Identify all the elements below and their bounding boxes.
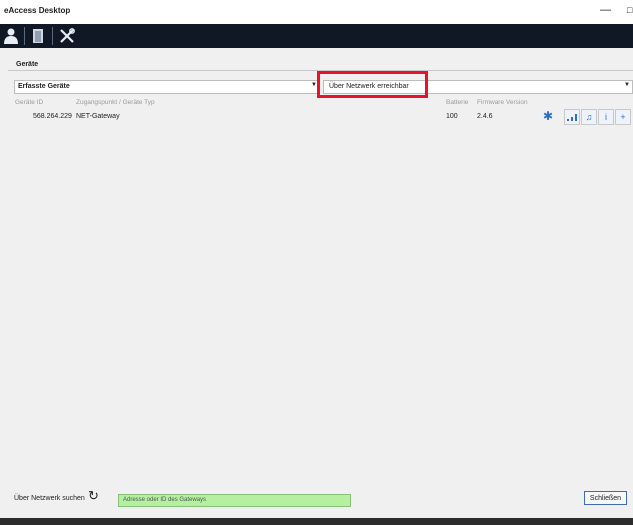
- bluetooth-icon: ✱: [543, 109, 554, 123]
- battery-cell: 100: [446, 113, 458, 120]
- chevron-down-icon: ▼: [624, 82, 630, 88]
- music-icon[interactable]: ♫: [581, 109, 597, 125]
- user-icon[interactable]: [2, 27, 20, 45]
- column-header-battery[interactable]: Batterie: [446, 99, 468, 106]
- column-header-firmware[interactable]: Firmware Version: [477, 99, 528, 106]
- highlight-box: [317, 71, 428, 98]
- info-icon[interactable]: i: [598, 109, 614, 125]
- section-title: Geräte: [16, 61, 39, 68]
- search-network-label: Über Netzwerk suchen: [14, 495, 85, 502]
- column-header-access-point[interactable]: Zugangspunkt / Geräte Typ: [76, 99, 155, 106]
- minimize-button[interactable]: —: [600, 4, 611, 16]
- gateway-address-input[interactable]: Adresse oder ID des Gateways: [118, 494, 351, 507]
- close-button[interactable]: Schließen: [584, 491, 627, 505]
- table-row[interactable]: 568.264.229 NET-Gateway 100 2.4.6 ✱ ♫ i …: [14, 109, 631, 125]
- gateway-address-placeholder: Adresse oder ID des Gateways: [123, 497, 207, 503]
- column-header-device-id[interactable]: Geräte ID: [15, 99, 43, 106]
- toolbar-separator: [52, 27, 53, 45]
- door-icon[interactable]: [30, 27, 46, 45]
- device-id-cell: 568.264.229: [33, 113, 72, 120]
- tools-icon[interactable]: [58, 27, 76, 45]
- signal-icon[interactable]: [564, 109, 580, 125]
- toolbar: [0, 24, 633, 48]
- device-filter-value: Erfasste Geräte: [18, 83, 70, 90]
- refresh-icon[interactable]: ↻: [88, 488, 99, 504]
- access-point-cell: NET-Gateway: [76, 113, 120, 120]
- toolbar-separator: [24, 27, 25, 45]
- title-bar: eAccess Desktop — □: [0, 0, 633, 25]
- add-icon[interactable]: +: [615, 109, 631, 125]
- device-filter-select[interactable]: Erfasste Geräte ▼: [14, 80, 320, 94]
- bottom-strip: [0, 518, 633, 525]
- firmware-cell: 2.4.6: [477, 113, 493, 120]
- window-title: eAccess Desktop: [4, 6, 71, 15]
- maximize-button[interactable]: □: [627, 5, 632, 15]
